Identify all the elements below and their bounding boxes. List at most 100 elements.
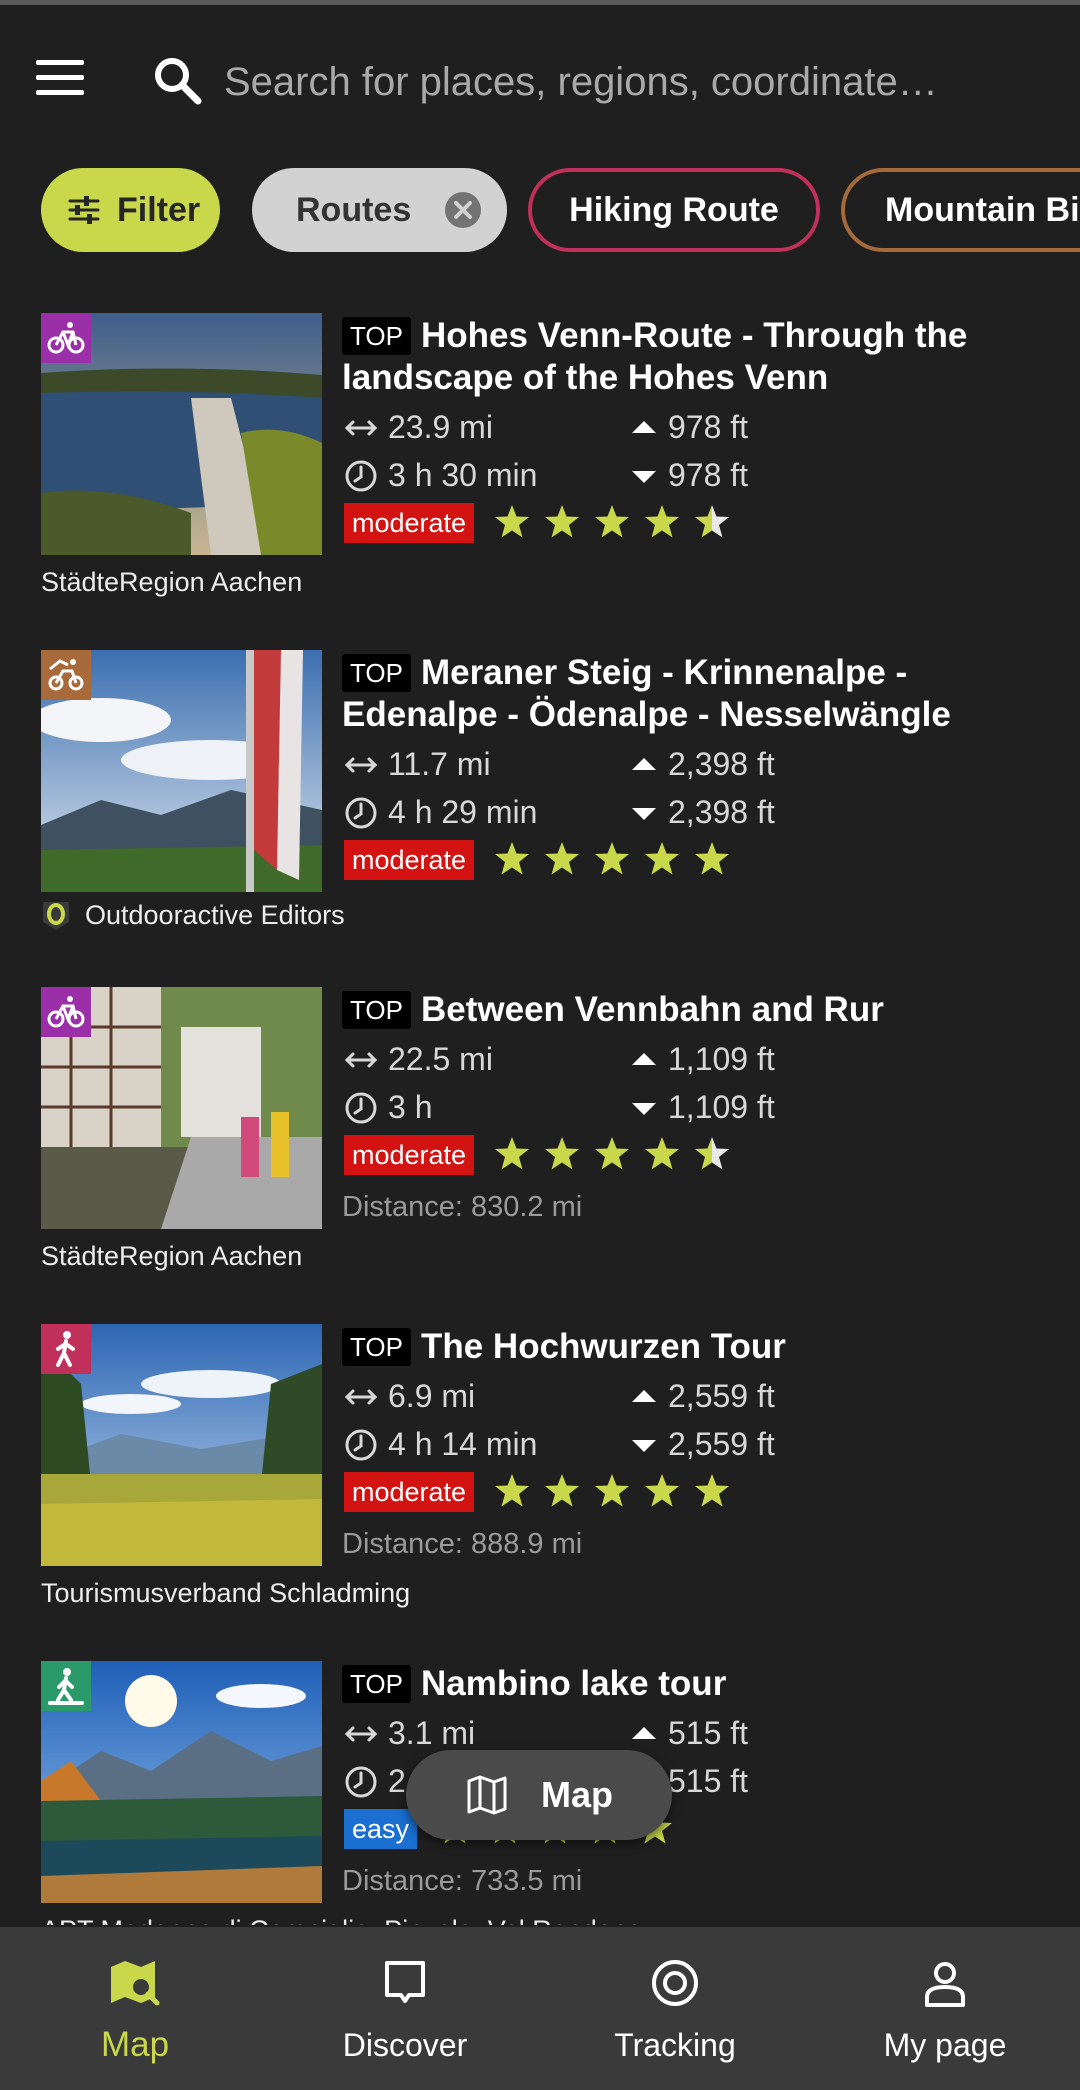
- difficulty-badge: moderate: [344, 840, 475, 880]
- route-list: TOP Hohes Venn-Route - Through the landsc…: [0, 305, 1080, 1925]
- route-title[interactable]: TOP Nambino lake tour: [342, 1663, 1042, 1705]
- descent-value: 515 ft: [668, 1763, 749, 1799]
- star-icon: [545, 505, 579, 538]
- search-input[interactable]: [222, 51, 1026, 113]
- menu-button[interactable]: [36, 60, 84, 96]
- clear-icon[interactable]: [445, 192, 481, 228]
- descent-stat: 978 ft: [630, 457, 748, 494]
- ascent-stat: 978 ft: [630, 409, 748, 446]
- ascent-icon: [632, 420, 656, 433]
- nav-map[interactable]: Map: [0, 1927, 270, 2090]
- ascent-icon: [632, 1052, 656, 1065]
- route-title[interactable]: TOP Between Vennbahn and Rur: [342, 989, 1042, 1031]
- nav-label: Map: [100, 2025, 170, 2064]
- map-icon: [467, 1775, 507, 1815]
- source-name: StädteRegion Aachen: [41, 567, 303, 597]
- routes-chip[interactable]: Routes: [252, 168, 507, 252]
- ascent-stat: 1,109 ft: [630, 1041, 775, 1078]
- descent-icon: [632, 1439, 656, 1452]
- nav-label: Discover: [342, 2027, 468, 2063]
- route-source[interactable]: StädteRegion Aachen: [41, 1241, 302, 1272]
- profile-icon: [925, 1962, 965, 2007]
- clock-icon: [345, 1092, 377, 1123]
- top-badge: TOP: [342, 317, 411, 355]
- type-badge: [41, 1324, 91, 1374]
- clock-icon: [345, 1429, 377, 1460]
- distance-icon: [344, 1052, 378, 1067]
- star-icon: [495, 1137, 529, 1170]
- descent-value: 978 ft: [668, 457, 749, 493]
- rating-stars: [493, 840, 743, 880]
- duration-value: 3 h 30 min: [388, 457, 538, 493]
- duration-value: 4 h 29 min: [388, 794, 538, 830]
- hiking-route-chip[interactable]: Hiking Route: [528, 168, 820, 252]
- discover-icon: [385, 1961, 425, 2003]
- route-card[interactable]: TOP Between Vennbahn and Rur 22.5 mi 1,10…: [0, 979, 1080, 1316]
- source-name: Outdooractive Editors: [85, 899, 345, 930]
- route-source[interactable]: Tourismusverband Schladming: [41, 1578, 410, 1609]
- ascent-icon: [632, 1726, 656, 1739]
- route-title[interactable]: TOP Meraner Steig - Krinnenalpe - Edenalp…: [342, 652, 1042, 736]
- difficulty-badge: easy: [344, 1809, 418, 1849]
- rating-stars: [493, 1472, 743, 1512]
- route-card[interactable]: TOP The Hochwurzen Tour 6.9 mi 2,559 ft 4…: [0, 1316, 1080, 1653]
- ascent-value: 978 ft: [668, 409, 749, 445]
- star-icon: [595, 505, 629, 538]
- star-icon: [595, 1474, 629, 1507]
- search-icon[interactable]: [150, 53, 206, 109]
- cycling-icon: [47, 322, 85, 354]
- distance-stat: 6.9 mi: [344, 1378, 475, 1415]
- distance-stat: 23.9 mi: [344, 409, 493, 446]
- descent-icon: [632, 807, 656, 820]
- distance-stat: 11.7 mi: [344, 746, 491, 783]
- route-title[interactable]: TOP Hohes Venn-Route - Through the landsc…: [342, 315, 1042, 399]
- star-icon: [695, 1137, 729, 1170]
- route-source[interactable]: StädteRegion Aachen: [41, 567, 302, 598]
- ascent-value: 2,559 ft: [668, 1378, 775, 1414]
- ascent-value: 2,398 ft: [668, 746, 775, 782]
- distance-value: 3.1 mi: [388, 1715, 476, 1751]
- top-badge: TOP: [342, 991, 411, 1029]
- nav-label: My page: [883, 2027, 1007, 2063]
- nav-discover[interactable]: Discover: [270, 1927, 540, 2090]
- type-badge: [41, 313, 91, 363]
- star-icon: [495, 842, 529, 875]
- star-icon: [645, 842, 679, 875]
- duration-stat: 2: [344, 1763, 406, 1800]
- ascent-stat: 2,398 ft: [630, 746, 775, 783]
- ascent-stat: 2,559 ft: [630, 1378, 775, 1415]
- distance-stat: 3.1 mi: [344, 1715, 475, 1752]
- route-card[interactable]: TOP Hohes Venn-Route - Through the landsc…: [0, 305, 1080, 642]
- duration-value: 4 h 14 min: [388, 1426, 538, 1462]
- route-title[interactable]: TOP The Hochwurzen Tour: [342, 1326, 1042, 1368]
- distance-away: Distance: 733.5 mi: [342, 1865, 583, 1897]
- ascent-icon: [632, 1389, 656, 1402]
- star-icon: [695, 1474, 729, 1507]
- route-source[interactable]: APT Madonna di Campiglio, Pinzolo, Val R…: [41, 1915, 642, 1925]
- nav-my-page[interactable]: My page: [810, 1927, 1080, 2090]
- nav-tracking[interactable]: Tracking: [540, 1927, 810, 2090]
- route-image: [41, 987, 322, 1229]
- route-card[interactable]: TOP Meraner Steig - Krinnenalpe - Edenalp…: [0, 642, 1080, 979]
- outdooractive-logo-icon: [43, 902, 69, 930]
- descent-icon: [632, 1102, 656, 1115]
- sliders-icon: [68, 196, 100, 224]
- filter-button[interactable]: Filter: [41, 168, 220, 252]
- distance-icon: [344, 757, 378, 772]
- route-image: [41, 650, 322, 892]
- difficulty-badge: moderate: [344, 1135, 475, 1175]
- clock-icon: [345, 797, 377, 828]
- filter-label: Filter: [117, 190, 201, 229]
- route-title-text: Nambino lake tour: [420, 1664, 727, 1703]
- map-button[interactable]: Map: [406, 1750, 672, 1840]
- filter-chips: Filter Routes Hiking Route Mountain Bi: [0, 168, 1080, 252]
- distance-value: 22.5 mi: [388, 1041, 493, 1077]
- route-source[interactable]: Outdooractive Editors: [41, 898, 345, 932]
- search-bar: [0, 5, 1080, 155]
- star-icon: [495, 505, 529, 538]
- distance-value: 11.7 mi: [388, 746, 491, 782]
- mountain-bike-chip[interactable]: Mountain Bi: [841, 168, 1080, 252]
- hiking-icon: [56, 1331, 75, 1367]
- distance-value: 6.9 mi: [388, 1378, 476, 1414]
- descent-stat: 2,559 ft: [630, 1426, 775, 1463]
